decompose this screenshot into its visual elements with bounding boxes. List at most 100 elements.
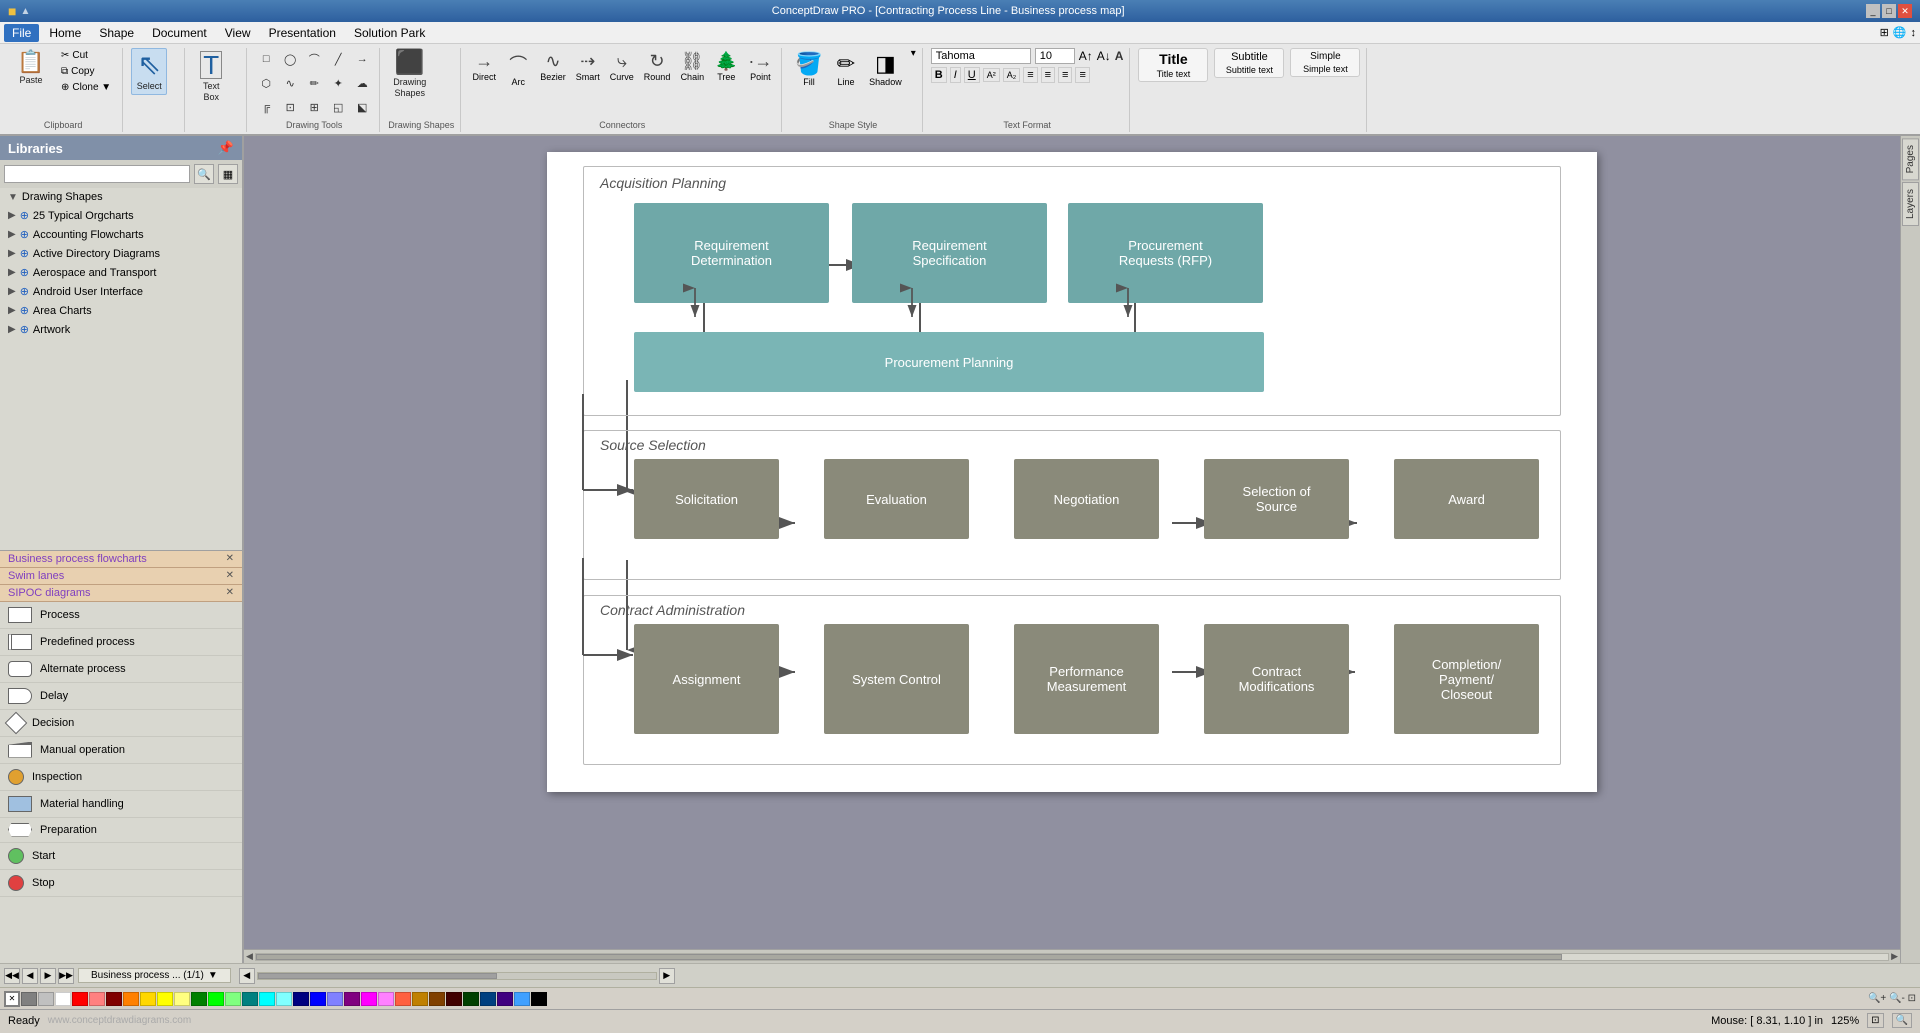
color-swatch-1[interactable] bbox=[38, 992, 54, 1006]
color-swatch-21[interactable] bbox=[378, 992, 394, 1006]
quick-access-3[interactable]: ↕ bbox=[1911, 27, 1917, 39]
lib-aerospace[interactable]: ▶ ⊕ Aerospace and Transport bbox=[0, 263, 242, 282]
cut-btn[interactable]: ✂ Cut bbox=[56, 48, 116, 63]
hscroll-right-btn[interactable]: ▶ bbox=[1891, 951, 1898, 962]
close-swim-btn[interactable]: ✕ bbox=[226, 570, 234, 581]
color-swatch-23[interactable] bbox=[412, 992, 428, 1006]
color-swatch-4[interactable] bbox=[89, 992, 105, 1006]
page-scroll-right-btn[interactable]: ▶ bbox=[659, 968, 675, 984]
shape-inspection[interactable]: Inspection bbox=[0, 764, 242, 791]
color-swatch-26[interactable] bbox=[463, 992, 479, 1006]
cloud-shape-btn[interactable]: ☁ bbox=[351, 72, 373, 94]
color-swatch-20[interactable] bbox=[361, 992, 377, 1006]
hscroll-thumb[interactable] bbox=[256, 954, 1562, 960]
solicitation-box[interactable]: Solicitation bbox=[634, 459, 779, 539]
color-swatch-5[interactable] bbox=[106, 992, 122, 1006]
d3-btn3[interactable]: ⊞ bbox=[303, 96, 325, 118]
color-swatch-9[interactable] bbox=[174, 992, 190, 1006]
superscript-btn[interactable]: A² bbox=[983, 68, 1000, 82]
color-swatch-13[interactable] bbox=[242, 992, 258, 1006]
paste-btn[interactable]: 📋 Paste bbox=[10, 48, 52, 89]
lib-android[interactable]: ▶ ⊕ Android User Interface bbox=[0, 282, 242, 301]
window-controls[interactable]: _ □ ✕ bbox=[1866, 4, 1912, 18]
color-swatch-15[interactable] bbox=[276, 992, 292, 1006]
page-scrollbar-thumb[interactable] bbox=[258, 973, 497, 979]
font-grow-btn[interactable]: A↑ bbox=[1079, 49, 1093, 63]
fit-btn-bottom[interactable]: ⊡ bbox=[1867, 1013, 1883, 1028]
direct-connector-btn[interactable]: → Direct bbox=[469, 48, 499, 85]
copy-btn[interactable]: ⧉ Copy bbox=[56, 64, 116, 79]
d3-btn4[interactable]: ◱ bbox=[327, 96, 349, 118]
lib-area-charts[interactable]: ▶ ⊕ Area Charts bbox=[0, 301, 242, 320]
color-swatch-6[interactable] bbox=[123, 992, 139, 1006]
align-left-btn[interactable]: ≡ bbox=[1023, 67, 1037, 83]
shape-decision[interactable]: Decision bbox=[0, 710, 242, 737]
shape-material[interactable]: Material handling bbox=[0, 791, 242, 818]
color-swatch-10[interactable] bbox=[191, 992, 207, 1006]
shape-process[interactable]: Process bbox=[0, 602, 242, 629]
italic-btn[interactable]: I bbox=[950, 67, 961, 83]
title-text-btn[interactable]: Title Title text bbox=[1138, 48, 1208, 82]
arc-connector-btn[interactable]: ⌒ Arc bbox=[503, 48, 533, 90]
sidebar-pin-icon[interactable]: 📌 bbox=[218, 140, 234, 156]
shape-preparation[interactable]: Preparation bbox=[0, 818, 242, 843]
polygon-shape-btn[interactable]: ⬡ bbox=[255, 72, 277, 94]
color-swatch-25[interactable] bbox=[446, 992, 462, 1006]
chain-connector-btn[interactable]: ⛓ Chain bbox=[677, 48, 707, 85]
completion-box[interactable]: Completion/Payment/Closeout bbox=[1394, 624, 1539, 734]
font-name-input[interactable] bbox=[931, 48, 1031, 64]
subtitle-text-btn[interactable]: Subtitle Subtitle text bbox=[1214, 48, 1284, 78]
evaluation-box[interactable]: Evaluation bbox=[824, 459, 969, 539]
quick-access-1[interactable]: ⊞ bbox=[1880, 26, 1889, 39]
color-swatch-18[interactable] bbox=[327, 992, 343, 1006]
menu-shape[interactable]: Shape bbox=[91, 24, 142, 42]
negotiation-box[interactable]: Negotiation bbox=[1014, 459, 1159, 539]
color-swatch-11[interactable] bbox=[208, 992, 224, 1006]
color-swatch-2[interactable] bbox=[55, 992, 71, 1006]
rect-shape-btn[interactable]: □ bbox=[255, 48, 277, 70]
req-determination-box[interactable]: RequirementDetermination bbox=[634, 203, 829, 303]
color-swatch-22[interactable] bbox=[395, 992, 411, 1006]
shadow-btn[interactable]: ◨ Shadow bbox=[864, 48, 907, 90]
no-color-swatch[interactable]: ✕ bbox=[4, 991, 20, 1007]
simple-text-btn[interactable]: Simple Simple text bbox=[1290, 48, 1360, 77]
page-scrollbar-track[interactable] bbox=[257, 972, 657, 980]
color-swatch-7[interactable] bbox=[140, 992, 156, 1006]
color-swatch-16[interactable] bbox=[293, 992, 309, 1006]
curve-shape-btn[interactable]: ∿ bbox=[279, 72, 301, 94]
d3-btn2[interactable]: ⊡ bbox=[279, 96, 301, 118]
page-scroll-left-btn[interactable]: ◀ bbox=[239, 968, 255, 984]
prev-page-btn[interactable]: ◀ bbox=[22, 968, 38, 984]
sidebar-search-input[interactable] bbox=[4, 165, 190, 183]
shape-start[interactable]: Start bbox=[0, 843, 242, 870]
color-swatch-3[interactable] bbox=[72, 992, 88, 1006]
menu-view[interactable]: View bbox=[217, 24, 259, 42]
close-btn[interactable]: ✕ bbox=[1898, 4, 1912, 18]
star-shape-btn[interactable]: ✦ bbox=[327, 72, 349, 94]
assignment-box[interactable]: Assignment bbox=[634, 624, 779, 734]
font-shrink-btn[interactable]: A↓ bbox=[1097, 49, 1111, 63]
rpanel-pages-tab[interactable]: Pages bbox=[1902, 138, 1919, 180]
next-page-btn[interactable]: ▶ bbox=[40, 968, 56, 984]
point-connector-btn[interactable]: ·→ Point bbox=[745, 48, 775, 85]
subscript-btn[interactable]: A₂ bbox=[1003, 68, 1021, 82]
color-swatch-24[interactable] bbox=[429, 992, 445, 1006]
ellipse-shape-btn[interactable]: ◯ bbox=[279, 48, 301, 70]
shape-alternate[interactable]: Alternate process bbox=[0, 656, 242, 683]
lib-orgcharts[interactable]: ▶ ⊕ 25 Typical Orgcharts bbox=[0, 206, 242, 225]
hscroll-left-btn[interactable]: ◀ bbox=[246, 951, 253, 962]
color-swatch-29[interactable] bbox=[514, 992, 530, 1006]
shape-manual[interactable]: Manual operation bbox=[0, 737, 242, 764]
lib-drawing-shapes[interactable]: ▼ Drawing Shapes bbox=[0, 188, 242, 206]
menu-file[interactable]: File bbox=[4, 24, 39, 42]
zoom-in-btn[interactable]: 🔍+ bbox=[1868, 993, 1886, 1004]
drawing-shapes-btn[interactable]: ⬛ DrawingShapes bbox=[388, 48, 431, 102]
req-specification-box[interactable]: RequirementSpecification bbox=[852, 203, 1047, 303]
page-tab[interactable]: Business process ... (1/1) ▼ bbox=[78, 968, 231, 983]
zoom-fit-btn[interactable]: ⊡ bbox=[1908, 993, 1916, 1004]
align-right-btn[interactable]: ≡ bbox=[1058, 67, 1072, 83]
zoom-btn-bottom[interactable]: 🔍 bbox=[1892, 1013, 1912, 1028]
bold-btn[interactable]: B bbox=[931, 67, 947, 83]
color-swatch-27[interactable] bbox=[480, 992, 496, 1006]
canvas-hscroll[interactable]: ◀ ▶ bbox=[244, 949, 1900, 963]
